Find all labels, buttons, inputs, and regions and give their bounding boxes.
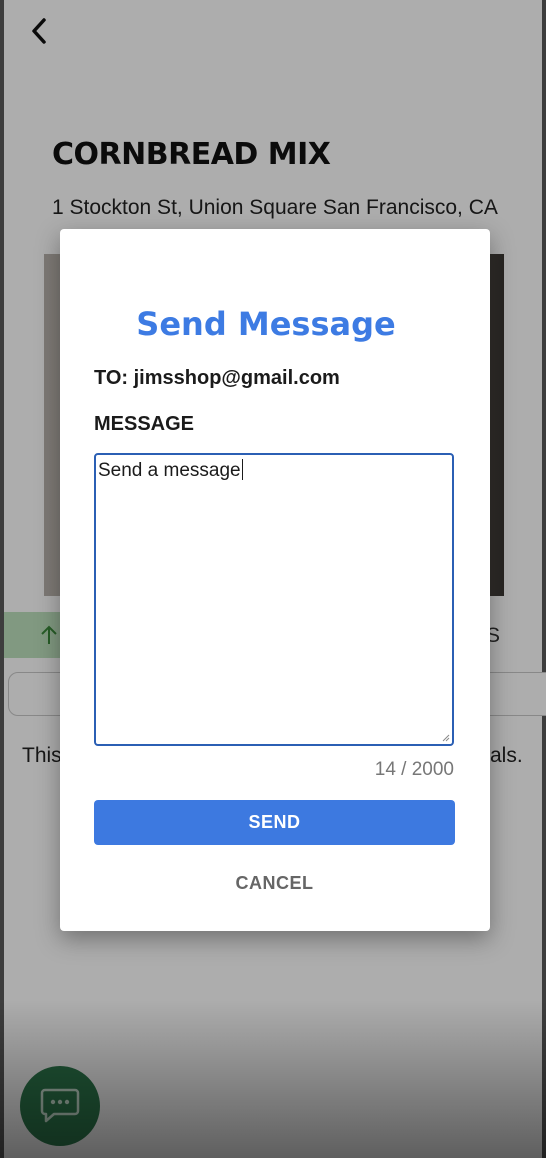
send-button[interactable]: SEND xyxy=(94,800,455,845)
recipient-line: TO: jimsshop@gmail.com xyxy=(94,367,340,389)
dialog-title: Send Message xyxy=(136,305,396,343)
cancel-button-label: CANCEL xyxy=(235,872,314,893)
text-cursor xyxy=(241,459,243,480)
bottom-fade xyxy=(0,1000,546,1158)
resize-handle-icon[interactable] xyxy=(442,734,450,742)
message-textarea[interactable]: Send a message xyxy=(94,453,454,746)
send-button-label: SEND xyxy=(248,812,301,832)
cancel-button[interactable]: CANCEL xyxy=(94,865,455,901)
message-text: Send a message xyxy=(98,460,241,481)
send-message-dialog: Send Message TO: jimsshop@gmail.com MESS… xyxy=(60,229,490,931)
message-label: MESSAGE xyxy=(94,413,195,435)
character-counter: 14 / 2000 xyxy=(374,759,454,780)
